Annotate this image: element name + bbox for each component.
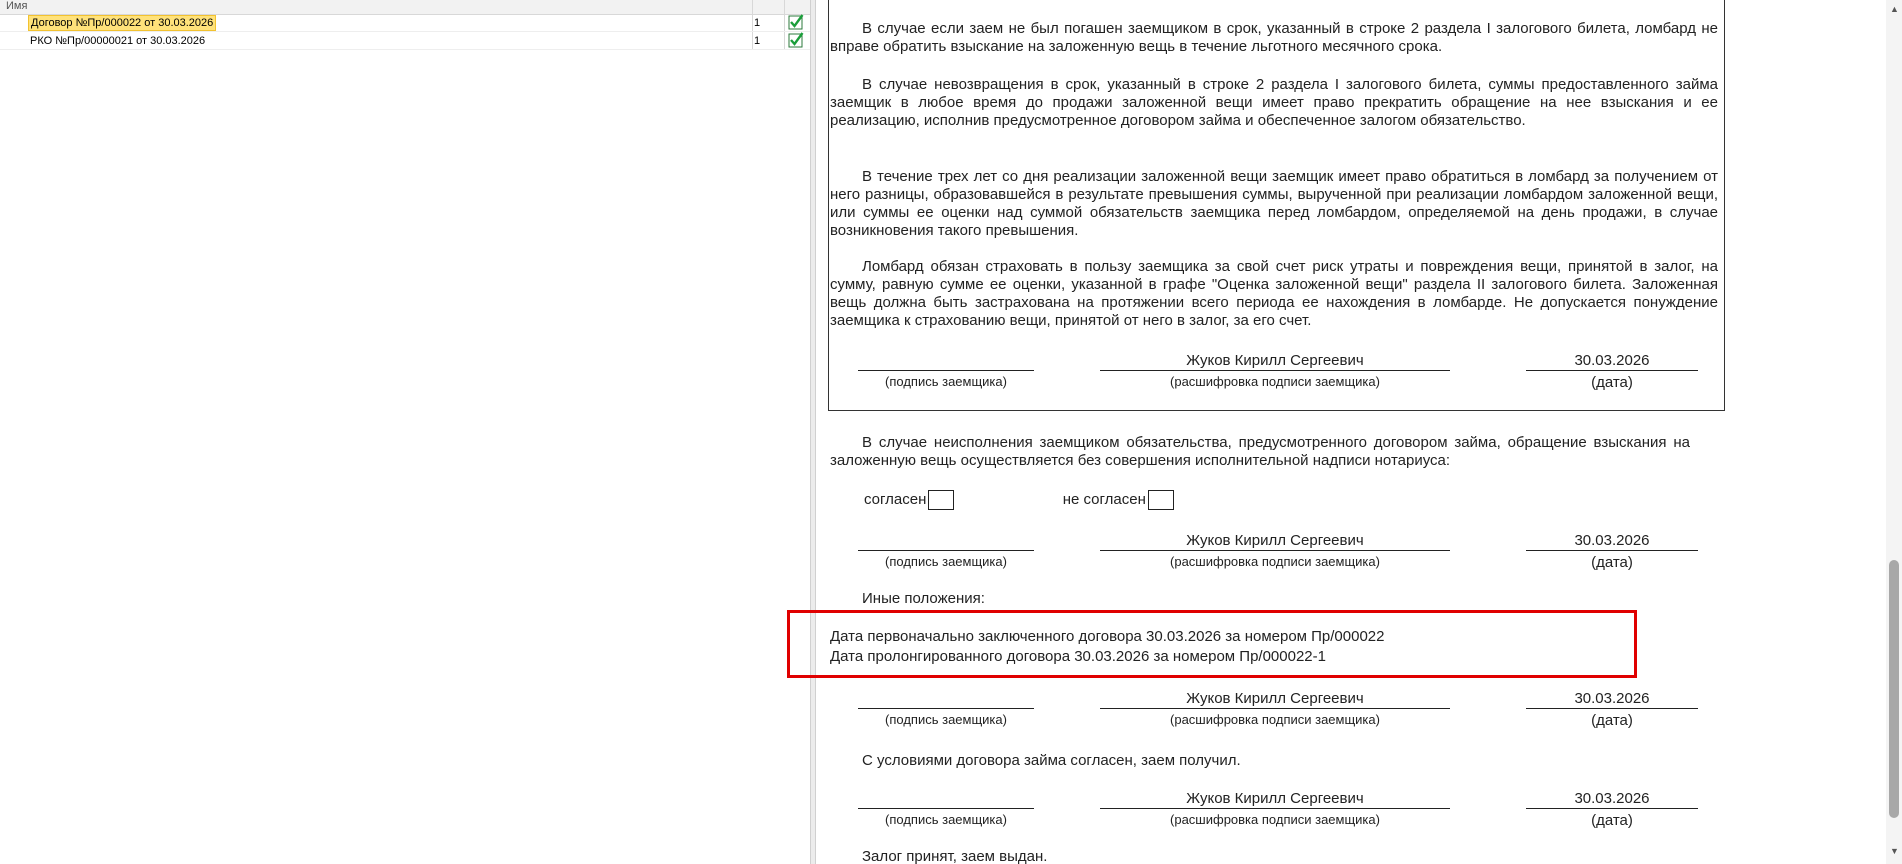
list-item-rko[interactable]: РКО №Пр/00000021 от 30.03.2026 1 — [0, 32, 810, 50]
signature-line — [1100, 808, 1450, 809]
signature-line — [1526, 808, 1698, 809]
date-caption: (дата) — [1591, 374, 1633, 391]
date-caption: (дата) — [1591, 712, 1633, 729]
scrollbar-thumb[interactable] — [1889, 560, 1899, 818]
document-preview-panel: В случае если заем не был погашен заемщи… — [816, 0, 1884, 864]
paragraph-redemption: В случае невозвращения в срок, указанный… — [830, 76, 1718, 129]
disagree-checkbox[interactable] — [1147, 490, 1174, 510]
paragraph-insurance: Ломбард обязан страховать в пользу заемщ… — [830, 258, 1718, 329]
checkbox-checked-icon[interactable] — [788, 14, 804, 30]
agreement-options: согласен не согласен — [864, 490, 1174, 510]
other-provisions-title: Иные положения: — [862, 590, 985, 607]
signer-name: Жуков Кирилл Сергеевич — [1186, 690, 1364, 707]
column-separator — [784, 14, 785, 32]
date-caption: (дата) — [1591, 554, 1633, 571]
signature-caption: (подпись заемщика) — [885, 374, 1007, 389]
signature-date: 30.03.2026 — [1574, 790, 1650, 807]
list-item-count: 1 — [754, 35, 761, 47]
list-header: Имя — [0, 0, 810, 15]
row-divider — [0, 49, 810, 50]
paragraph-notary: В случае неисполнения заемщиком обязател… — [830, 434, 1690, 469]
signature-line — [1526, 708, 1698, 709]
column-separator — [784, 0, 785, 14]
signature-line — [1100, 550, 1450, 551]
column-separator — [784, 32, 785, 50]
signature-line — [858, 370, 1034, 371]
signature-caption: (подпись заемщика) — [885, 812, 1007, 827]
signature-caption: (подпись заемщика) — [885, 712, 1007, 727]
signature-row: (подпись заемщика) Жуков Кирилл Сергееви… — [816, 790, 1816, 830]
signer-name: Жуков Кирилл Сергеевич — [1186, 532, 1364, 549]
signature-date: 30.03.2026 — [1574, 352, 1650, 369]
signature-date: 30.03.2026 — [1574, 690, 1650, 707]
column-separator — [752, 0, 753, 14]
scroll-down-icon[interactable]: ▼ — [1890, 846, 1899, 856]
name-caption: (расшифровка подписи заемщика) — [1170, 374, 1380, 389]
column-header-name[interactable]: Имя — [6, 0, 27, 13]
date-caption: (дата) — [1591, 812, 1633, 829]
list-item-count: 1 — [754, 17, 761, 29]
name-caption: (расшифровка подписи заемщика) — [1170, 712, 1380, 727]
column-separator — [752, 14, 753, 32]
scroll-up-icon[interactable]: ▲ — [1890, 4, 1899, 14]
signer-name: Жуков Кирилл Сергеевич — [1186, 352, 1364, 369]
signature-line — [858, 808, 1034, 809]
name-caption: (расшифровка подписи заемщика) — [1170, 554, 1380, 569]
signature-row: (подпись заемщика) Жуков Кирилл Сергееви… — [816, 532, 1816, 572]
list-item-contract[interactable]: Договор №Пр/000022 от 30.03.2026 1 — [0, 14, 810, 32]
agree-checkbox[interactable] — [928, 490, 955, 510]
signer-name: Жуков Кирилл Сергеевич — [1186, 790, 1364, 807]
signature-line — [1526, 370, 1698, 371]
paragraph-grace-period: В случае если заем не был погашен заемщи… — [830, 20, 1718, 55]
signature-line — [1100, 370, 1450, 371]
signature-line — [1100, 708, 1450, 709]
document-page: В случае если заем не был погашен заемщи… — [816, 0, 1884, 864]
signature-line — [858, 708, 1034, 709]
list-item-name: Договор №Пр/000022 от 30.03.2026 — [28, 15, 217, 31]
signature-row: (подпись заемщика) Жуков Кирилл Сергееви… — [816, 690, 1816, 730]
pledge-accepted: Залог принят, заем выдан. — [862, 848, 1048, 864]
list-item-name: РКО №Пр/00000021 от 30.03.2026 — [30, 35, 206, 47]
paragraph-difference-claim: В течение трех лет со дня реализации зал… — [830, 168, 1718, 239]
vertical-scrollbar[interactable]: ▲ ▼ — [1886, 0, 1902, 864]
checkbox-checked-icon[interactable] — [788, 32, 804, 48]
document-list-panel: Имя Договор №Пр/000022 от 30.03.2026 1 Р… — [0, 0, 810, 864]
conditions-accepted: С условиями договора займа согласен, зае… — [862, 752, 1241, 769]
signature-date: 30.03.2026 — [1574, 532, 1650, 549]
disagree-label: не согласен — [1062, 490, 1146, 508]
signature-line — [1526, 550, 1698, 551]
agree-label: согласен — [864, 490, 927, 508]
signature-row: (подпись заемщика) Жуков Кирилл Сергееви… — [816, 352, 1816, 392]
highlight-frame — [787, 610, 1637, 678]
signature-caption: (подпись заемщика) — [885, 554, 1007, 569]
signature-line — [858, 550, 1034, 551]
column-separator — [752, 32, 753, 50]
name-caption: (расшифровка подписи заемщика) — [1170, 812, 1380, 827]
